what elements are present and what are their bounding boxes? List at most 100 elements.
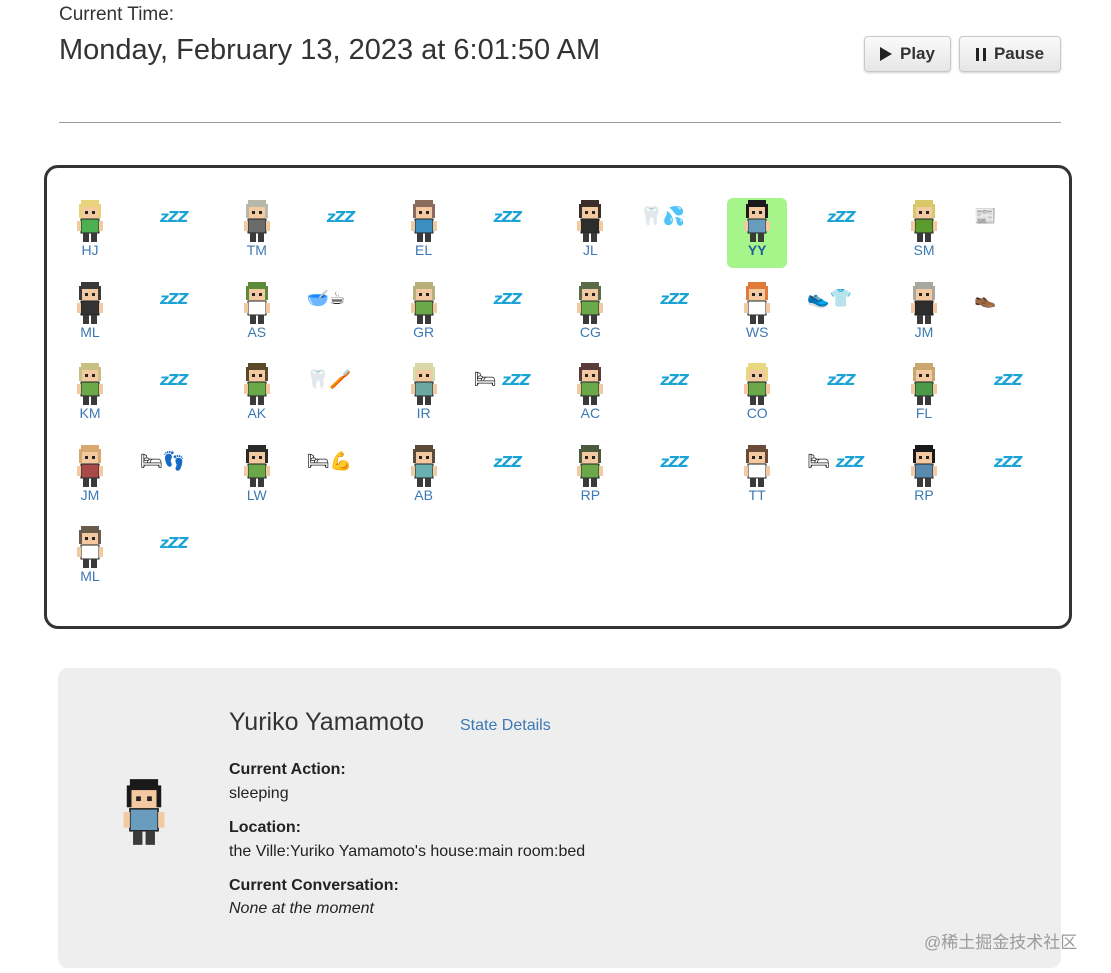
agent-status-icon: zZZ [160,289,189,308]
pause-icon [975,47,986,61]
agent-initials: JM [914,323,934,340]
agent-avatar [577,200,604,242]
agent-initials: TT [748,486,766,503]
agent-status-icon: 🛏👣 [140,450,186,472]
agent-initials: YY [747,242,767,258]
agent-status-icon: 👞 [974,287,997,309]
agent-initials: ML [80,568,100,584]
agent-initials: GR [413,323,435,340]
time-label: Current Time: [59,4,175,25]
agent-fl[interactable]: FL [894,361,954,420]
agent-avatar [744,200,771,242]
agent-gr[interactable]: GR [394,280,454,339]
agent-tt[interactable]: TT [727,443,787,502]
agent-jl[interactable]: JL [560,198,620,257]
agent-co[interactable]: CO [727,361,787,420]
agent-cg[interactable]: CG [560,280,620,339]
agent-avatar [77,363,103,405]
agent-initials: IR [416,405,431,421]
agent-rp[interactable]: RP [560,443,620,502]
current-action-label: Current Action: [229,761,346,778]
agent-details-panel: Yuriko Yamamoto State Details Current Ac… [58,668,1061,968]
agent-initials: AC [580,405,601,421]
state-details-link[interactable]: State Details [460,717,551,735]
play-label: Play [900,44,935,63]
agent-initials: KM [79,405,101,421]
agent-initials: RP [580,486,601,503]
current-time: Monday, February 13, 2023 at 6:01:50 AM [59,34,601,66]
agent-avatar [744,363,771,405]
agent-avatar [410,281,437,324]
agent-avatar [77,526,103,568]
agent-status-icon: zZZ [493,289,523,308]
agent-avatar [243,444,270,487]
agent-status-icon: zZZ [660,289,689,308]
agent-ws[interactable]: WS [727,280,787,339]
agent-status-icon: zZZ [660,452,689,471]
agent-status-icon: 📰 [974,206,997,227]
agent-initials: AK [247,405,267,421]
agent-initials: AS [247,323,267,340]
agent-initials: AB [414,486,433,503]
conversation-label: Current Conversation: [229,877,399,894]
agent-ac[interactable]: AC [560,361,620,420]
agent-sm[interactable]: SM [894,198,954,257]
agent-initials: EL [415,242,433,258]
agent-status-icon: 🛏 zZZ [807,450,864,472]
agent-avatar [243,200,270,242]
agent-ab[interactable]: AB [394,443,454,502]
agent-ml[interactable]: ML [60,280,120,339]
agent-status-icon: zZZ [493,208,523,226]
agent-ir[interactable]: IR [394,361,454,420]
agent-km[interactable]: KM [60,361,120,420]
agent-rp[interactable]: RP [894,443,954,502]
agent-status-icon: zZZ [493,452,523,471]
agent-avatar [911,444,937,487]
agent-hj[interactable]: HJ [60,198,120,257]
agent-jm[interactable]: JM [894,280,954,339]
agent-grid: HJ zZZ TM zZZ EL zZZ JL 🦷💦 YY zZZ SM 📰 ML zZZ AS 🥣☕ GR zZ… [44,165,1072,629]
agent-as[interactable]: AS [227,280,287,339]
agent-ml[interactable]: ML [60,524,120,583]
agent-avatar [911,363,937,405]
agent-avatar [744,444,771,487]
play-button[interactable]: Play [864,36,951,72]
agent-initials: FL [915,405,933,421]
agent-avatar [577,444,604,487]
agent-status-icon: zZZ [160,371,189,389]
agent-status-icon: zZZ [994,452,1023,471]
agent-avatar [410,363,437,405]
agent-avatar [911,200,937,242]
agent-avatar [243,281,270,324]
agent-initials: LW [246,486,267,503]
agent-avatar [410,444,437,487]
agent-avatar [744,281,771,324]
header-divider [59,122,1061,123]
agent-status-icon: 🛏💪 [306,450,353,472]
agent-yy[interactable]: YY [727,198,788,268]
location-value: the Ville:Yuriko Yamamoto's house:main r… [229,843,586,860]
agent-status-icon: 🥣☕ [306,287,346,309]
agent-initials: CO [746,405,768,421]
agent-initials: WS [745,323,769,340]
agent-el[interactable]: EL [394,198,454,257]
agent-jm[interactable]: JM [60,443,120,502]
agent-status-icon: zZZ [827,371,856,389]
agent-ak[interactable]: AK [227,361,287,420]
current-action-value: sleeping [229,785,289,802]
agent-status-icon: 🛏 zZZ [473,369,531,390]
agent-initials: TM [246,242,267,258]
agent-initials: JM [80,486,100,503]
conversation-value: None at the moment [229,900,374,917]
agent-avatar [77,281,103,324]
agent-tm[interactable]: TM [227,198,287,257]
agent-avatar [77,200,103,242]
agent-avatar [77,444,103,487]
agent-lw[interactable]: LW [227,443,287,502]
agent-initials: CG [579,323,601,340]
agent-initials: RP [914,486,934,503]
agent-initials: HJ [81,242,99,258]
agent-avatar [911,281,937,324]
pause-button[interactable]: Pause [959,36,1061,72]
agent-avatar [577,281,604,324]
